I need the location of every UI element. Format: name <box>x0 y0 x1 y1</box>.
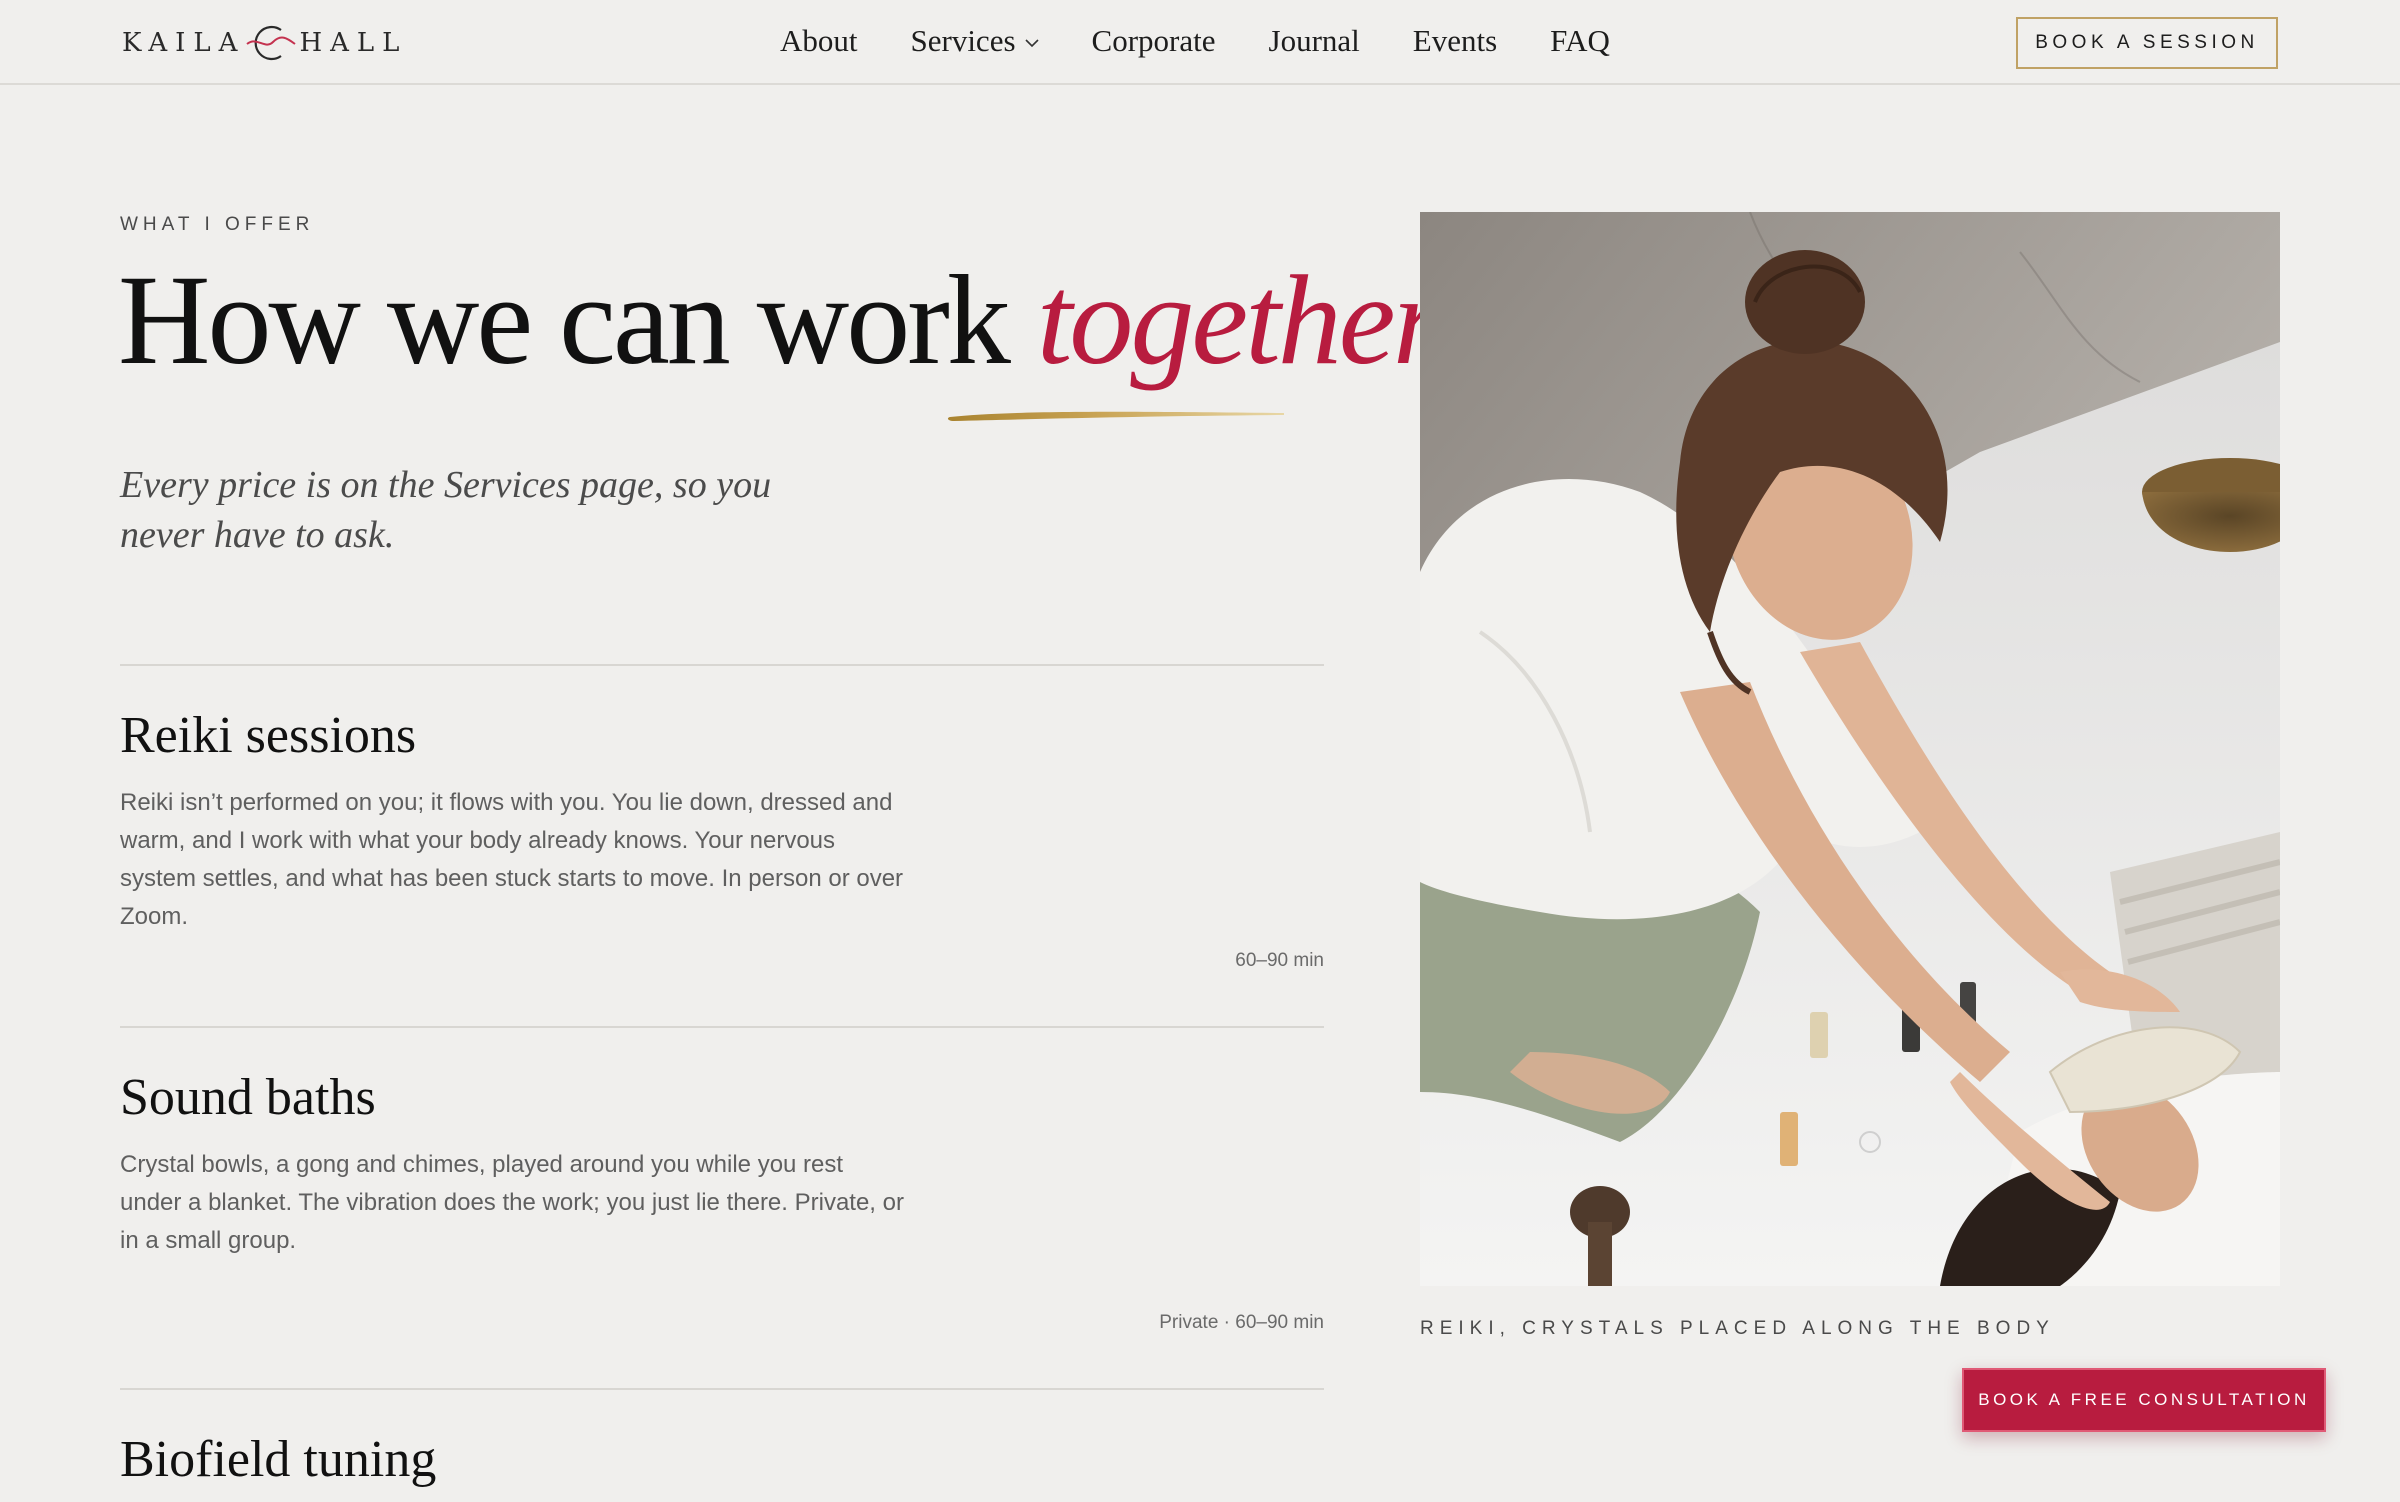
logo[interactable]: KAILA HALL <box>122 18 407 68</box>
service-description: Crystal bowls, a gong and chimes, played… <box>120 1151 904 1254</box>
service-item-sound-baths: Sound baths Crystal bowls, a gong and ch… <box>120 1026 1324 1390</box>
image-caption: REIKI, CRYSTALS PLACED ALONG THE BODY <box>1420 1318 2055 1339</box>
nav-journal[interactable]: Journal <box>1269 23 1360 59</box>
service-item-biofield-tuning: Biofield tuning <box>120 1388 1324 1502</box>
nav-faq[interactable]: FAQ <box>1550 23 1610 59</box>
service-item-reiki: Reiki sessions Reiki isn’t performed on … <box>120 664 1324 1028</box>
logo-text-right: HALL <box>299 28 408 58</box>
nav-corporate-label: Corporate <box>1091 23 1216 58</box>
nav-services[interactable]: Services <box>911 23 1039 59</box>
service-duration: Private · 60–90 min <box>1159 1312 1324 1333</box>
book-session-button[interactable]: BOOK A SESSION <box>2016 17 2278 69</box>
service-duration: 60–90 min <box>1235 950 1324 971</box>
service-description: Reiki isn’t performed on you; it flows w… <box>120 789 904 930</box>
reiki-photo-illustration <box>1420 212 2280 1286</box>
logo-text-left: KAILA <box>122 28 246 58</box>
service-title: Sound baths <box>120 1069 376 1126</box>
reiki-photo <box>1420 212 2280 1286</box>
nav-about-label: About <box>780 23 858 58</box>
site-header: KAILA HALL About Services Corporate Jour… <box>0 0 2400 85</box>
free-consultation-button[interactable]: BOOK A FREE CONSULTATION <box>1962 1368 2326 1432</box>
section-eyebrow: WHAT I OFFER <box>120 214 315 235</box>
nav-events-label: Events <box>1412 23 1498 58</box>
nav-events[interactable]: Events <box>1413 23 1497 59</box>
service-title: Reiki sessions <box>120 707 417 764</box>
nav-corporate[interactable]: Corporate <box>1092 23 1216 59</box>
page-title: How we can work together <box>118 249 1443 391</box>
headline-main: How we can work <box>118 249 1037 391</box>
service-title: Biofield tuning <box>120 1431 437 1488</box>
brush-underline-decoration <box>947 411 1284 421</box>
nav-journal-label: Journal <box>1268 23 1360 58</box>
chevron-down-icon <box>1024 39 1039 48</box>
nav-faq-label: FAQ <box>1550 23 1610 58</box>
logo-mark-icon <box>246 25 297 61</box>
headline-accent: together <box>1036 249 1443 391</box>
main-nav: About Services Corporate Journal Events … <box>780 18 1610 64</box>
nav-about[interactable]: About <box>780 23 858 59</box>
intro-subhead: Every price is on the Services page, so … <box>120 464 772 556</box>
nav-services-label: Services <box>910 23 1016 58</box>
